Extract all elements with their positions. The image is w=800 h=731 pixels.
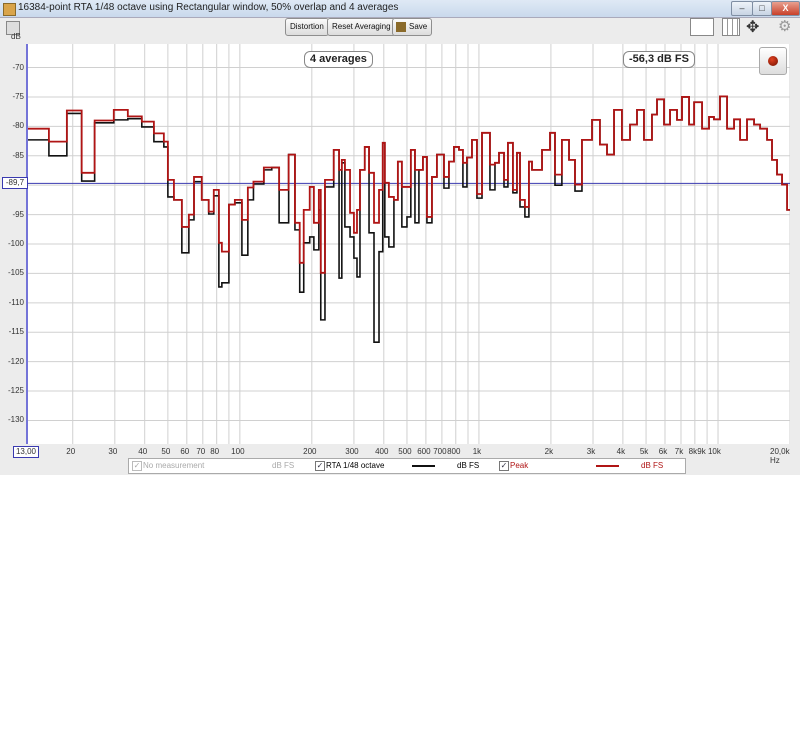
distortion-button[interactable]: Distortion: [285, 18, 329, 36]
x-tick-label: 40: [138, 447, 148, 456]
maximize-button[interactable]: □: [752, 1, 772, 16]
x-tick-label: 200: [303, 447, 317, 456]
legend-unit-rta: dB FS: [457, 461, 480, 470]
legend-unit-no-measurement: dB FS: [272, 461, 295, 470]
x-tick-label: 3k: [586, 447, 596, 456]
x-tick-label: 2k: [544, 447, 554, 456]
x-tick-label: 1k: [472, 447, 482, 456]
minimize-button[interactable]: –: [731, 1, 753, 16]
x-tick-label: 300: [345, 447, 359, 456]
y-tick-label: -105: [7, 268, 24, 278]
x-start-label[interactable]: 13,00: [13, 446, 39, 458]
x-tick-label: 80: [210, 447, 220, 456]
record-icon: [768, 56, 778, 66]
cursor-level-label[interactable]: -89,7: [2, 177, 28, 190]
y-tick-label: -80: [12, 121, 24, 131]
x-tick-label: 100: [231, 447, 245, 456]
y-tick-label: -95: [12, 209, 24, 219]
y-tick-label: -110: [8, 297, 24, 307]
x-tick-label: 700: [433, 447, 447, 456]
save-button[interactable]: Save: [392, 18, 433, 36]
legend: ✓ No measurement dB FS ✓ RTA 1/48 octave…: [128, 458, 686, 474]
legend-checkbox-no-measurement[interactable]: ✓: [132, 461, 142, 471]
y-unit-label: dB: [11, 32, 21, 41]
legend-unit-peak: dB FS: [641, 461, 664, 470]
x-tick-label: 800: [447, 447, 461, 456]
x-tick-label: 30: [108, 447, 118, 456]
save-icon: [396, 22, 406, 32]
grid-icon[interactable]: [722, 18, 740, 36]
plot-area[interactable]: [26, 44, 790, 444]
title-bar: 16384-point RTA 1/48 octave using Rectan…: [0, 0, 800, 18]
reset-averaging-button[interactable]: Reset Averaging: [327, 18, 396, 36]
legend-checkbox-rta[interactable]: ✓: [315, 461, 325, 471]
y-tick-label: -70: [12, 62, 24, 72]
x-tick-label: 500: [398, 447, 412, 456]
y-tick-label: -115: [8, 327, 24, 337]
y-tick-label: -130: [7, 415, 24, 425]
x-tick-label: 4k: [616, 447, 626, 456]
x-tick-label: 60: [180, 447, 190, 456]
x-tick-label: 70: [196, 447, 206, 456]
level-badge: -56,3 dB FS: [623, 51, 695, 68]
gear-icon[interactable]: ⚙: [778, 17, 791, 35]
window-title: 16384-point RTA 1/48 octave using Rectan…: [18, 2, 399, 13]
y-tick-label: -85: [12, 150, 24, 160]
legend-swatch-rta: [412, 465, 435, 467]
rta-series-line: [28, 95, 790, 344]
x-tick-label: 600: [417, 447, 431, 456]
scale-icon[interactable]: [690, 18, 714, 36]
legend-checkbox-peak[interactable]: ✓: [499, 461, 509, 471]
averages-badge: 4 averages: [304, 51, 373, 68]
y-tick-label: -125: [7, 386, 24, 396]
x-tick-label: 9k 10k: [697, 447, 721, 456]
y-tick-label: -75: [12, 91, 24, 101]
x-tick-label: 5k: [639, 447, 649, 456]
legend-swatch-peak: [596, 465, 619, 467]
app-icon: [3, 3, 16, 16]
rta-chart: [28, 44, 790, 444]
legend-label-rta: RTA 1/48 octave: [326, 461, 385, 470]
x-tick-label: 6k: [658, 447, 668, 456]
x-tick-label: 20: [66, 447, 76, 456]
x-tick-label: 50: [161, 447, 171, 456]
pan-icon[interactable]: ✥: [746, 17, 759, 37]
y-tick-label: -120: [7, 356, 24, 366]
save-label: Save: [409, 22, 428, 31]
x-tick-label: 7k: [674, 447, 684, 456]
x-tick-label: 20,0k Hz: [770, 447, 790, 465]
record-button[interactable]: [759, 47, 787, 75]
x-tick-label: 400: [375, 447, 389, 456]
y-tick-label: -100: [7, 239, 24, 248]
legend-label-no-measurement: No measurement: [143, 461, 205, 470]
x-tick-label: 8k: [688, 447, 698, 456]
legend-label-peak: Peak: [510, 461, 529, 470]
close-button[interactable]: X: [771, 1, 800, 16]
